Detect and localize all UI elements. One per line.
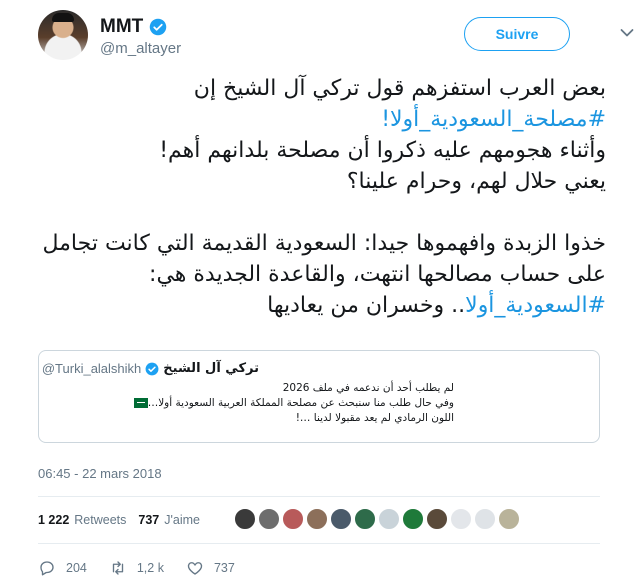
- tweet-line: خذوا الزبدة وافهموها جيدا: السعودية القد…: [42, 231, 606, 256]
- liker-avatar[interactable]: [426, 508, 448, 530]
- retweet-icon: [112, 561, 124, 575]
- author-handle[interactable]: @m_altayer: [100, 40, 181, 57]
- tweet-line: بعض العرب استفزهم قول تركي آل الشيخ إن: [193, 76, 606, 101]
- liker-avatar[interactable]: [378, 508, 400, 530]
- tweet-header: MMT @m_altayer Suivre: [38, 10, 634, 65]
- author-name-row: MMT: [100, 16, 167, 38]
- divider: [38, 543, 600, 544]
- verified-icon: [145, 362, 159, 375]
- retweet-count: 1,2 k: [136, 561, 164, 575]
- quoted-line-text: وفي حال طلب منا سنبحث عن مصلحة المملكة ا…: [147, 397, 454, 409]
- quoted-tweet-header: @Turki_alalshikh تركي آل الشيخ: [42, 361, 259, 376]
- hashtag-link[interactable]: #السعودية_أولا: [465, 293, 606, 318]
- tweet-line: يعني حلال لهم، وحرام علينا؟: [346, 169, 606, 194]
- liker-avatar[interactable]: [402, 508, 424, 530]
- tweet-actions: 204 1,2 k 737: [38, 558, 257, 578]
- tweet-line: وأثناء هجومهم عليه ذكروا أن مصلحة بلدانه…: [159, 138, 606, 163]
- tweet-line-rest: .. وخسران من يعاديها: [267, 293, 466, 318]
- tweet-text: بعض العرب استفزهم قول تركي آل الشيخ إن #…: [20, 73, 606, 321]
- quoted-line: لم يطلب أحد أن ندعمه في ملف 2026: [282, 382, 454, 394]
- tweet-line-with-hashtag: #السعودية_أولا.. وخسران من يعاديها: [20, 290, 606, 321]
- like-count: 737: [213, 561, 235, 575]
- likers-avatars: [234, 508, 520, 530]
- retweet-button[interactable]: 1,2 k: [109, 559, 164, 577]
- likes-label: J'aime: [164, 513, 200, 527]
- liker-avatar[interactable]: [282, 508, 304, 530]
- retweets-label: Retweets: [74, 513, 127, 527]
- hashtag-link[interactable]: #مصلحة_السعودية_أولا!: [20, 104, 606, 135]
- quoted-author-name: تركي آل الشيخ: [163, 361, 259, 376]
- saudi-flag-icon: [133, 398, 148, 408]
- reply-button[interactable]: 204: [38, 559, 87, 577]
- liker-avatar[interactable]: [258, 508, 280, 530]
- likes-count: 737: [138, 513, 160, 527]
- liker-avatar[interactable]: [450, 508, 472, 530]
- quoted-tweet[interactable]: @Turki_alalshikh تركي آل الشيخ لم يطلب أ…: [38, 350, 600, 443]
- retweets-count: 1 222: [38, 513, 70, 527]
- author-display-name[interactable]: MMT: [100, 16, 143, 38]
- avatar[interactable]: [38, 10, 88, 60]
- reply-icon: [40, 561, 54, 576]
- engagement-stats: 1 222 Retweets 737 J'aime: [38, 508, 212, 532]
- quoted-tweet-body: لم يطلب أحد أن ندعمه في ملف 2026 وفي حال…: [44, 381, 454, 426]
- likes-stat[interactable]: 737 J'aime: [138, 513, 200, 527]
- tweet-line: على حساب مصالحها انتهت، والقاعدة الجديدة…: [149, 262, 606, 287]
- tweet-timestamp[interactable]: 06:45 - 22 mars 2018: [38, 466, 162, 481]
- verified-icon: [150, 18, 167, 36]
- chevron-down-icon[interactable]: [620, 28, 634, 38]
- retweets-stat[interactable]: 1 222 Retweets: [38, 513, 126, 527]
- follow-button[interactable]: Suivre: [464, 17, 570, 51]
- quoted-line: اللون الرمادي لم يعد مقبولا لدينا …!: [295, 412, 454, 424]
- liker-avatar[interactable]: [234, 508, 256, 530]
- quoted-line: وفي حال طلب منا سنبحث عن مصلحة المملكة ا…: [44, 396, 454, 411]
- liker-avatar[interactable]: [330, 508, 352, 530]
- quoted-author-handle: @Turki_alalshikh: [41, 361, 142, 376]
- liker-avatar[interactable]: [354, 508, 376, 530]
- liker-avatar[interactable]: [498, 508, 520, 530]
- liker-avatar[interactable]: [474, 508, 496, 530]
- divider: [38, 496, 600, 497]
- liker-avatar[interactable]: [306, 508, 328, 530]
- like-button[interactable]: 737: [186, 559, 235, 577]
- heart-icon: [187, 562, 203, 575]
- reply-count: 204: [66, 561, 87, 575]
